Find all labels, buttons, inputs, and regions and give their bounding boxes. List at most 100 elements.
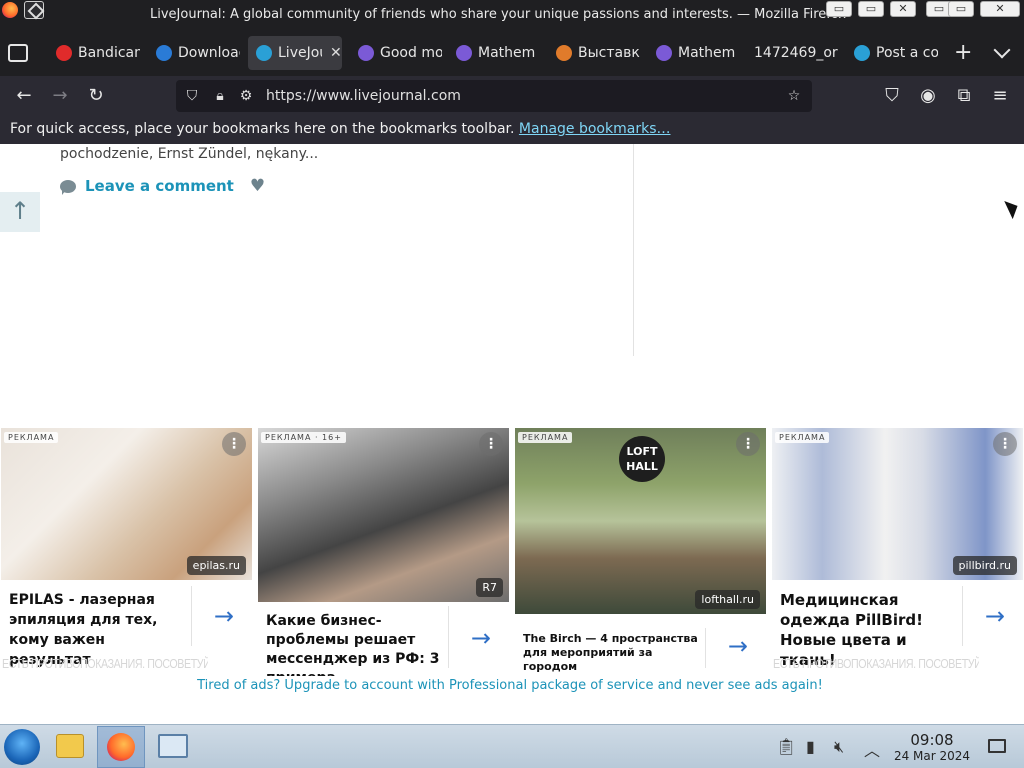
site-icon — [556, 45, 572, 61]
ad-card-lofthall[interactable]: РЕКЛАМА ⋮ LOFT HALL lofthall.ru The Birc… — [515, 428, 766, 676]
ad-source: pillbird.ru — [952, 556, 1017, 575]
right-arrow-icon[interactable]: → — [985, 602, 1005, 630]
window-title: LiveJournal: A global community of frien… — [150, 7, 847, 22]
tab-post-comment[interactable]: Post a com — [846, 36, 938, 70]
new-tab-icon[interactable]: + — [954, 40, 972, 65]
menu-icon[interactable]: ≡ — [988, 84, 1012, 108]
ad-separator — [705, 628, 706, 668]
ad-label: РЕКЛАМА — [4, 432, 59, 443]
bookmark-star-icon[interactable]: ☆ — [786, 88, 802, 104]
ad-separator — [191, 586, 192, 646]
tab-label: Downloads — [178, 45, 240, 61]
post-actions: Leave a comment ♥ — [60, 176, 265, 196]
list-all-tabs-icon[interactable] — [8, 44, 28, 62]
url-text[interactable]: https://www.livejournal.com — [266, 88, 461, 104]
permissions-icon[interactable]: ⚙ — [238, 88, 254, 104]
more-options-icon[interactable]: ⋮ — [479, 432, 503, 456]
pocket-icon[interactable]: ⛉ — [880, 84, 904, 108]
ad-headline: The Birch — 4 пространства для мероприят… — [523, 632, 698, 673]
clock-date: 24 Mar 2024 — [893, 749, 971, 763]
tab-mathematics-2[interactable]: Mathematics — [648, 36, 736, 70]
window-menu-icon[interactable] — [24, 1, 44, 19]
forward-arrow-icon[interactable]: → — [48, 84, 72, 108]
comment-icon — [60, 179, 76, 195]
ad-headline: Какие бизнес-проблемы решает мессенджер … — [266, 613, 440, 676]
heart-icon[interactable]: ♥ — [250, 176, 265, 196]
lock-icon[interactable]: 🔒︎ — [212, 88, 228, 104]
mouse-cursor-icon — [1004, 196, 1022, 220]
show-desktop-icon[interactable] — [988, 739, 1006, 753]
minimize-button[interactable]: ▭ — [826, 1, 852, 17]
more-options-icon[interactable]: ⋮ — [222, 432, 246, 456]
tab-bandicam[interactable]: Bandicam — [48, 36, 140, 70]
ad-card-pillbird[interactable]: РЕКЛАМА ⋮ pillbird.ru Медицинская одежда… — [772, 428, 1023, 676]
livejournal-icon — [256, 45, 272, 61]
navigation-bar: ← → ↻ ⛉ 🔒︎ ⚙ https://www.livejournal.com… — [0, 76, 1024, 116]
bookmarks-message: For quick access, place your bookmarks h… — [10, 121, 515, 137]
outer-maximize-button[interactable]: ▭ — [948, 1, 974, 17]
file-manager-task[interactable] — [46, 726, 94, 768]
ad-card-r7[interactable]: РЕКЛАМА · 16+ ⋮ R7 Какие бизнес-проблемы… — [258, 428, 509, 676]
url-bar[interactable]: ⛉ 🔒︎ ⚙ https://www.livejournal.com ☆ — [176, 80, 812, 112]
tab-image[interactable]: 1472469_ori — [746, 36, 838, 70]
ad-card-epilas[interactable]: РЕКЛАМА ⋮ epilas.ru EPILAS - лазерная эп… — [1, 428, 252, 676]
account-icon[interactable]: ◉ — [916, 84, 940, 108]
close-button[interactable]: ✕ — [890, 1, 916, 17]
tab-strip: Bandicam Downloads LiveJournal ✕ Good mo… — [0, 30, 1024, 76]
firefox-logo-icon — [2, 2, 18, 18]
ad-source: epilas.ru — [186, 556, 246, 575]
tab-good-morning[interactable]: Good morning — [350, 36, 442, 70]
tab-vystavka[interactable]: Выставка — [548, 36, 640, 70]
bookmarks-toolbar: For quick access, place your bookmarks h… — [0, 116, 1024, 144]
maximize-button[interactable]: ▭ — [858, 1, 884, 17]
close-tab-icon[interactable]: ✕ — [330, 45, 342, 61]
firefox-icon — [107, 733, 135, 761]
chevron-up-icon[interactable]: ︿ — [864, 737, 880, 761]
tab-label: Good morning — [380, 45, 442, 61]
right-arrow-icon[interactable]: → — [471, 624, 491, 652]
taskbar: 📋︎ ▮ 🔇︎ ︿ 09:08 24 Mar 2024 — [0, 724, 1024, 768]
ad-disclaimer: ЕСТЬ ПРОТИВОПОКАЗАНИЯ. ПОСОВЕТУЙТЕСЬ С В… — [2, 656, 208, 671]
column-divider — [633, 144, 634, 356]
up-arrow-icon: ↑ — [9, 197, 31, 225]
chevron-down-icon[interactable] — [993, 41, 1011, 59]
scroll-to-top-button[interactable]: ↑ — [0, 192, 40, 232]
folder-icon — [56, 734, 84, 758]
volume-muted-icon[interactable]: 🔇︎ — [834, 737, 844, 757]
back-arrow-icon[interactable]: ← — [12, 84, 36, 108]
shield-icon[interactable]: ⛉ — [184, 88, 200, 104]
manage-bookmarks-link[interactable]: Manage bookmarks… — [519, 121, 671, 137]
leave-comment-link[interactable]: Leave a comment — [85, 177, 234, 195]
ad-label: РЕКЛАМА — [518, 432, 573, 443]
window-titlebar: LiveJournal: A global community of frien… — [0, 0, 1024, 30]
tab-label: Post a com — [876, 45, 938, 61]
upgrade-no-ads-link[interactable]: Tired of ads? Upgrade to account with Pr… — [0, 678, 1020, 693]
extensions-icon[interactable]: ⧉ — [952, 84, 976, 108]
ad-separator — [962, 586, 963, 646]
reload-icon[interactable]: ↻ — [84, 84, 108, 108]
tab-downloads[interactable]: Downloads — [148, 36, 240, 70]
battery-icon[interactable]: ▮ — [806, 737, 815, 756]
tab-mathematics[interactable]: Mathematics — [448, 36, 536, 70]
settings-task[interactable] — [148, 726, 196, 768]
more-options-icon[interactable]: ⋮ — [736, 432, 760, 456]
ad-label: РЕКЛАМА · 16+ — [261, 432, 346, 443]
tab-label: Mathematics — [678, 45, 736, 61]
right-arrow-icon[interactable]: → — [728, 632, 748, 660]
right-arrow-icon[interactable]: → — [214, 602, 234, 630]
tab-label: LiveJournal — [278, 45, 322, 61]
outer-close-button[interactable]: ✕ — [980, 1, 1020, 17]
download-icon — [156, 45, 172, 61]
tab-livejournal[interactable]: LiveJournal ✕ — [248, 36, 342, 70]
tab-label: Mathematics — [478, 45, 536, 61]
clock[interactable]: 09:08 24 Mar 2024 — [892, 731, 972, 763]
start-button[interactable] — [4, 729, 40, 765]
more-options-icon[interactable]: ⋮ — [993, 432, 1017, 456]
ad-source: lofthall.ru — [695, 590, 760, 609]
clock-time: 09:08 — [910, 731, 954, 749]
clipboard-icon[interactable]: 📋︎ — [776, 737, 796, 756]
firefox-task[interactable] — [97, 726, 145, 768]
post-tags-snippet: pochodzenie, Ernst Zündel, nękany... — [60, 146, 319, 162]
ad-label: РЕКЛАМА — [775, 432, 830, 443]
ad-separator — [448, 606, 449, 668]
